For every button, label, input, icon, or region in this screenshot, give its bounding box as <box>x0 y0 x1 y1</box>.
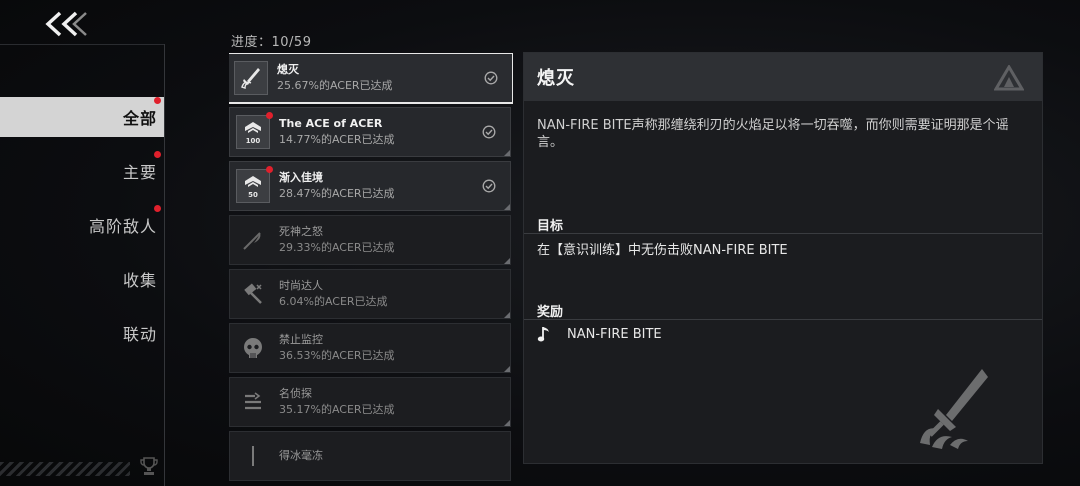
achievement-name: 熄灭 <box>277 63 299 76</box>
sword-flame-icon <box>920 369 988 449</box>
sidebar-item-advanced-enemies[interactable]: 高阶敌人 <box>0 205 165 245</box>
sidebar: 全部 主要 高阶敌人 收集 联动 <box>0 97 165 367</box>
achievement-name: 时尚达人 <box>279 279 323 292</box>
achievement-percentage: 36.53%的ACER已达成 <box>279 349 395 362</box>
reward-heading: 奖励 <box>537 305 564 320</box>
music-note-icon <box>537 327 549 342</box>
achievement-item[interactable]: 熄灭 25.67%的ACER已达成 <box>229 53 513 104</box>
check-circle-icon <box>482 179 496 193</box>
detail-title: 熄灭 <box>537 68 575 89</box>
achievement-list[interactable]: 熄灭 25.67%的ACER已达成 100 The ACE of ACER 14… <box>229 53 513 486</box>
achievement-name: 禁止监控 <box>279 333 323 346</box>
trophy-icon <box>140 457 158 475</box>
notification-dot <box>266 166 273 173</box>
achievement-name: 得冰毫冻 <box>279 449 323 462</box>
check-circle-icon <box>484 71 498 85</box>
sidebar-item-label: 全部 <box>122 109 157 128</box>
achievement-icon-frame: 100 <box>236 112 273 149</box>
corner-mark <box>504 150 510 156</box>
achievement-icon-frame <box>236 331 270 365</box>
badge-100-icon: 100 <box>245 122 261 145</box>
hammer-icon <box>244 283 262 304</box>
decorative-stripes <box>0 462 130 476</box>
achievement-icon-frame <box>236 277 270 311</box>
achievement-icon-frame: 50 <box>236 166 273 203</box>
achievement-item[interactable]: 死神之怒 29.33%的ACER已达成 <box>229 215 511 265</box>
sidebar-item-label: 主要 <box>122 163 157 182</box>
corner-mark <box>504 312 510 318</box>
check-circle-icon <box>482 125 496 139</box>
corner-mark <box>504 420 510 426</box>
sidebar-item-all[interactable]: 全部 <box>0 97 165 137</box>
badge-number: 100 <box>246 137 261 145</box>
achievement-icon-frame <box>234 61 268 95</box>
scythe-icon <box>243 232 261 250</box>
goal-divider <box>524 233 1042 234</box>
notification-dot <box>154 205 161 212</box>
ice-icon <box>252 446 254 466</box>
skull-icon <box>244 338 262 358</box>
achievement-icon-frame <box>236 439 270 473</box>
achievement-percentage: 28.47%的ACER已达成 <box>279 187 395 200</box>
badge-50-icon: 50 <box>245 176 261 199</box>
achievement-percentage: 6.04%的ACER已达成 <box>279 295 388 308</box>
achievement-icon-frame <box>236 385 270 419</box>
notification-dot <box>266 112 273 119</box>
notification-dot <box>154 151 161 158</box>
goal-heading: 目标 <box>537 219 564 234</box>
reward-divider <box>524 319 1042 320</box>
corner-mark <box>504 204 510 210</box>
sidebar-item-collab[interactable]: 联动 <box>0 313 165 353</box>
detail-header: 熄灭 <box>524 53 1042 101</box>
achievement-name: 名侦探 <box>279 387 312 400</box>
corner-mark <box>504 258 510 264</box>
achievement-icon-frame <box>236 223 270 257</box>
achievement-name: 渐入佳境 <box>279 171 323 184</box>
achievement-item[interactable]: 50 渐入佳境 28.47%的ACER已达成 <box>229 161 511 211</box>
achievement-item[interactable]: 100 The ACE of ACER 14.77%的ACER已达成 <box>229 107 511 157</box>
achievement-item[interactable]: 得冰毫冻 <box>229 431 511 481</box>
top-divider <box>0 44 165 45</box>
achievement-percentage: 14.77%的ACER已达成 <box>279 133 395 146</box>
sidebar-divider <box>164 44 165 486</box>
badge-number: 50 <box>248 191 258 199</box>
sidebar-item-collection[interactable]: 收集 <box>0 259 165 299</box>
achievement-name: 死神之怒 <box>279 225 323 238</box>
progress-text: 进度：10/59 <box>231 35 312 50</box>
list-icon <box>245 392 261 410</box>
achievement-item[interactable]: 禁止监控 36.53%的ACER已达成 <box>229 323 511 373</box>
goal-text: 在【意识训练】中无伤击败NAN-FIRE BITE <box>537 243 788 258</box>
reward-text: NAN-FIRE BITE <box>567 326 662 342</box>
achievement-percentage: 25.67%的ACER已达成 <box>277 79 393 92</box>
corner-mark <box>504 366 510 372</box>
sidebar-item-main[interactable]: 主要 <box>0 151 165 191</box>
sidebar-item-label: 高阶敌人 <box>88 217 157 236</box>
sidebar-item-label: 收集 <box>122 271 157 290</box>
back-button[interactable] <box>44 10 90 38</box>
notification-dot <box>154 97 161 104</box>
sword-flame-icon <box>241 68 260 89</box>
reward-item: NAN-FIRE BITE <box>537 325 662 343</box>
achievement-name: The ACE of ACER <box>279 117 383 130</box>
achievement-item[interactable]: 时尚达人 6.04%的ACER已达成 <box>229 269 511 319</box>
achievement-percentage: 35.17%的ACER已达成 <box>279 403 395 416</box>
achievement-percentage: 29.33%的ACER已达成 <box>279 241 395 254</box>
achievement-item[interactable]: 名侦探 35.17%的ACER已达成 <box>229 377 511 427</box>
sidebar-item-label: 联动 <box>122 325 157 344</box>
game-logo-icon <box>994 65 1024 91</box>
detail-description: NAN-FIRE BITE声称那缠绕利刃的火焰足以将一切吞噬，而你则需要证明那是… <box>537 118 1009 150</box>
double-chevron-left-icon <box>45 11 87 37</box>
achievement-detail-panel: 熄灭 NAN-FIRE BITE声称那缠绕利刃的火焰足以将一切吞噬，而你则需要证… <box>523 52 1043 464</box>
